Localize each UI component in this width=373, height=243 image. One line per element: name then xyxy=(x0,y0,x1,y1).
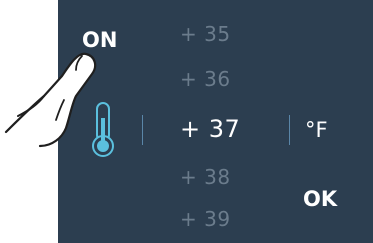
fahrenheit-unit-toggle[interactable]: °F xyxy=(305,118,328,142)
ok-button[interactable]: OK xyxy=(303,187,337,211)
finger-pointer-icon xyxy=(4,52,97,148)
temp-option-37-selected[interactable]: + 37 xyxy=(180,115,260,143)
left-divider xyxy=(142,115,143,145)
temp-option-35[interactable]: + 35 xyxy=(180,22,260,46)
temp-option-36[interactable]: + 36 xyxy=(180,67,260,91)
temp-option-38[interactable]: + 38 xyxy=(180,165,260,189)
right-divider xyxy=(289,115,290,145)
temp-option-39[interactable]: + 39 xyxy=(180,207,260,231)
